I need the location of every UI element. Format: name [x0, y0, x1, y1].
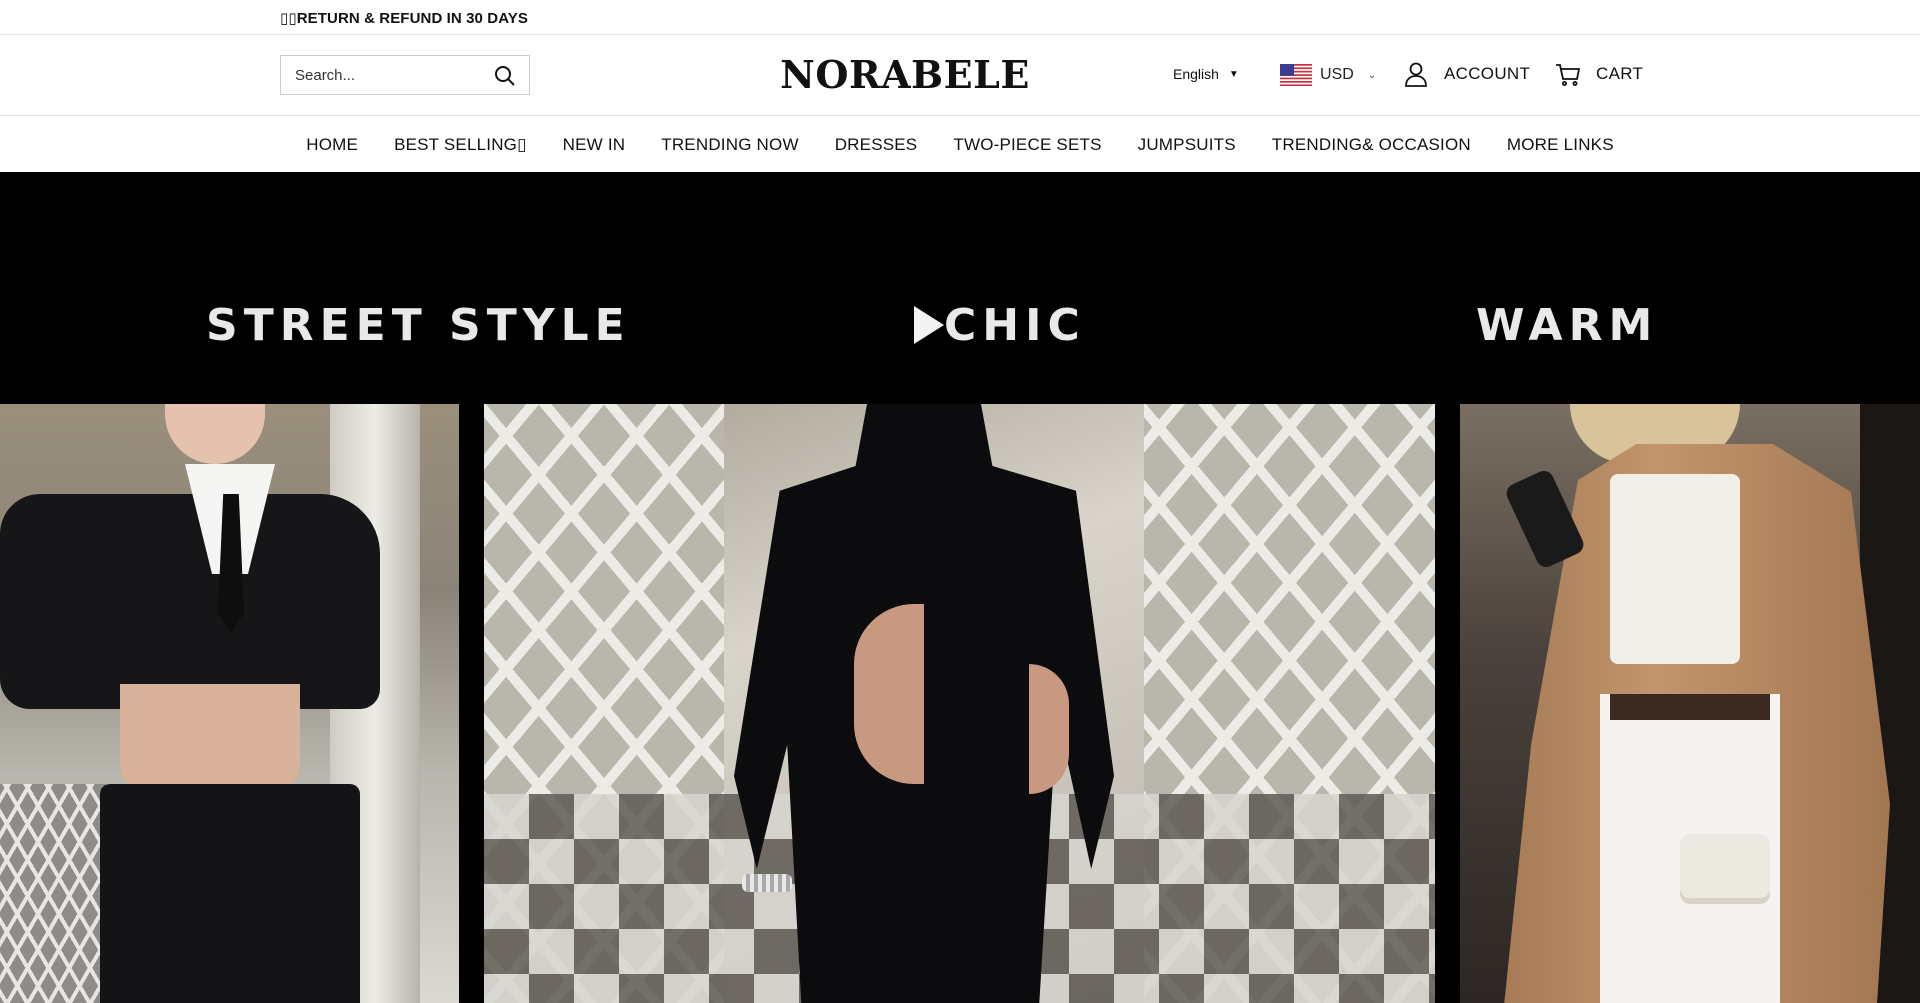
chevron-down-icon: ⌄ [1367, 69, 1377, 81]
nav-item-trending-occasion[interactable]: TRENDING& OCCASION [1254, 135, 1489, 155]
play-icon[interactable] [914, 306, 944, 344]
nav-item-two-piece-sets[interactable]: TWO-PIECE SETS [935, 135, 1119, 155]
language-label: English [1173, 66, 1219, 82]
dress-cutout-left [854, 604, 924, 784]
nav-item-dresses[interactable]: DRESSES [817, 135, 936, 155]
crystal-cuff [742, 874, 792, 892]
hero-label-chic-text: CHIC [944, 300, 1086, 351]
nav-item-trending-now[interactable]: TRENDING NOW [643, 135, 816, 155]
cart-link[interactable]: CART [1554, 60, 1643, 88]
main-nav: HOME BEST SELLING▯ NEW IN TRENDING NOW D… [0, 117, 1920, 172]
nav-item-new-in[interactable]: NEW IN [545, 135, 644, 155]
us-flag-icon [1280, 64, 1312, 86]
hero-banner: STREET STYLE CHIC WARM [0, 172, 1920, 1003]
hero-label-warm[interactable]: WARM [1476, 300, 1658, 351]
dress-cutout-right [1029, 664, 1069, 794]
announcement-bar: ▯▯RETURN & REFUND IN 30 DAYS [0, 0, 1920, 35]
search-box [280, 55, 530, 95]
currency-label: USD [1320, 66, 1354, 83]
white-knit-top [1610, 474, 1740, 664]
model-midriff [120, 684, 300, 794]
black-skirt [100, 784, 360, 1003]
search-input[interactable] [281, 56, 486, 94]
search-icon[interactable] [493, 64, 517, 88]
site-header: NORABELE English ▼ USD ⌄ ACCOUNT [0, 36, 1920, 116]
hero-label-street-style[interactable]: STREET STYLE [206, 300, 631, 351]
nav-item-jumpsuits[interactable]: JUMPSUITS [1120, 135, 1254, 155]
user-icon [1405, 62, 1427, 87]
nav-item-more-links[interactable]: MORE LINKS [1489, 135, 1632, 155]
brown-belt [1610, 694, 1770, 720]
currency-selector[interactable]: USD ⌄ [1280, 64, 1376, 86]
nav-item-home[interactable]: HOME [288, 135, 376, 155]
warm-image[interactable] [1460, 404, 1920, 1003]
chevron-down-icon: ▼ [1228, 69, 1239, 80]
cropped-blazer [0, 494, 380, 709]
site-logo[interactable]: NORABELE [740, 52, 1070, 97]
language-selector[interactable]: English ▼ [1173, 66, 1239, 82]
cart-label: CART [1596, 64, 1644, 83]
hero-label-chic[interactable]: CHIC [914, 300, 1086, 351]
account-label: ACCOUNT [1444, 64, 1531, 83]
white-handbag [1680, 834, 1770, 904]
announcement-text: ▯▯RETURN & REFUND IN 30 DAYS [280, 10, 528, 27]
street-style-image[interactable] [0, 404, 459, 1003]
model-face [165, 404, 265, 464]
cart-icon [1556, 64, 1581, 86]
nav-item-best-selling[interactable]: BEST SELLING▯ [376, 135, 545, 155]
chic-image[interactable] [484, 404, 1435, 1003]
account-link[interactable]: ACCOUNT [1402, 60, 1530, 88]
